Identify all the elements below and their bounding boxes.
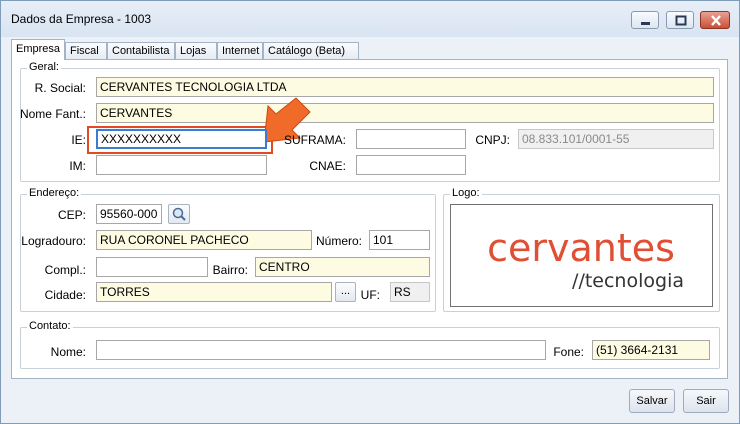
razao-social-field[interactable]: CERVANTES TECNOLOGIA LTDA: [96, 77, 714, 97]
group-contato-legend: Contato:: [27, 320, 73, 332]
minimize-button[interactable]: [631, 11, 659, 29]
cnpj-label: CNPJ:: [475, 133, 510, 147]
cnae-field[interactable]: [356, 155, 466, 175]
suframa-field[interactable]: [356, 129, 466, 149]
tab-panel-empresa: Geral: R. Social: CERVANTES TECNOLOGIA L…: [11, 59, 728, 379]
im-field[interactable]: [96, 155, 267, 175]
bairro-field[interactable]: CENTRO: [255, 257, 430, 277]
nome-label: Nome:: [50, 345, 86, 359]
group-logo-legend: Logo:: [450, 187, 482, 199]
logradouro-label: Logradouro:: [21, 234, 86, 248]
tab-catalogo[interactable]: Catálogo (Beta): [263, 42, 359, 59]
cidade-label: Cidade:: [44, 288, 86, 302]
tab-contabilista[interactable]: Contabilista: [107, 42, 175, 59]
cidade-lookup-button[interactable]: ...: [335, 282, 356, 302]
logo-image[interactable]: cervantes //tecnologia: [450, 204, 713, 307]
compl-label: Compl.:: [44, 263, 86, 277]
fone-field[interactable]: (51) 3664-2131: [592, 340, 710, 360]
cep-label: CEP:: [57, 208, 86, 222]
close-icon: [711, 15, 721, 26]
dialog-window: Dados da Empresa - 1003 Empresa Fiscal C…: [0, 0, 740, 424]
cep-field[interactable]: 95560-000: [96, 204, 162, 224]
fone-label: Fone:: [553, 345, 584, 359]
tab-empresa[interactable]: Empresa: [11, 39, 65, 60]
nome-field[interactable]: [96, 340, 546, 360]
cep-search-button[interactable]: [168, 204, 190, 224]
maximize-icon: [675, 15, 687, 26]
nome-fantasia-field[interactable]: CERVANTES: [96, 103, 714, 123]
logradouro-field[interactable]: RUA CORONEL PACHECO: [96, 230, 312, 250]
numero-field[interactable]: 101: [369, 230, 430, 250]
tab-internet[interactable]: Internet: [217, 42, 263, 59]
numero-label: Número:: [315, 234, 362, 248]
tab-fiscal[interactable]: Fiscal: [65, 42, 107, 59]
im-label: IM:: [69, 159, 86, 173]
close-button[interactable]: [700, 11, 730, 29]
group-geral-legend: Geral:: [27, 61, 61, 73]
ie-field[interactable]: XXXXXXXXXX: [96, 129, 267, 149]
logo-tagline-text: //tecnologia: [572, 270, 684, 292]
save-button[interactable]: Salvar: [629, 389, 675, 413]
title-bar: Dados da Empresa - 1003: [1, 1, 739, 37]
logo-brand-text: cervantes: [487, 226, 675, 270]
cidade-field[interactable]: TORRES: [96, 282, 332, 302]
minimize-icon: [641, 22, 650, 25]
maximize-button[interactable]: [666, 11, 694, 29]
suframa-label: SUFRAMA:: [283, 133, 346, 147]
cnae-label: CNAE:: [309, 159, 346, 173]
uf-label: UF:: [360, 288, 380, 302]
exit-button[interactable]: Sair: [683, 389, 729, 413]
magnifier-icon: [172, 207, 186, 221]
compl-field[interactable]: [96, 257, 208, 277]
company-logo: cervantes //tecnologia: [487, 226, 684, 292]
ie-label: IE:: [71, 133, 86, 147]
bairro-label: Bairro:: [212, 263, 248, 277]
window-title: Dados da Empresa - 1003: [11, 12, 152, 26]
cnpj-field: 08.833.101/0001-55: [518, 129, 714, 149]
group-endereco-legend: Endereço:: [27, 187, 82, 199]
tab-lojas[interactable]: Lojas: [175, 42, 217, 59]
razao-social-label: R. Social:: [34, 81, 86, 95]
nome-fantasia-label: Nome Fant.:: [19, 107, 86, 121]
uf-field: RS: [390, 282, 430, 302]
